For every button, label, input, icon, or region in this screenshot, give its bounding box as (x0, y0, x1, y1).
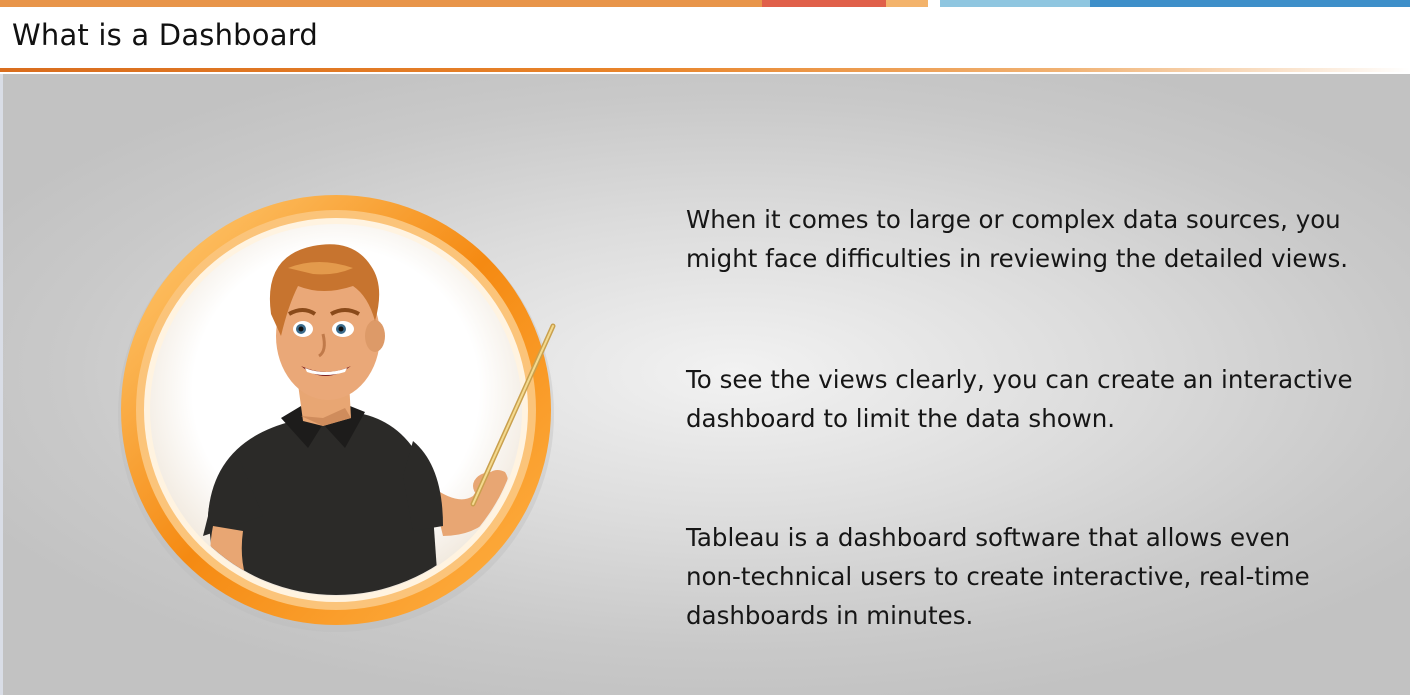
slide-title: What is a Dashboard (12, 18, 318, 52)
paragraph-2-line-2: dashboard to limit the data shown. (686, 404, 1116, 433)
paragraph-3-line-1: Tableau is a dashboard software that all… (686, 523, 1291, 552)
paragraph-1-line-2: might face difficulties in reviewing the… (686, 244, 1349, 273)
paragraph-1-line-1: When it comes to large or complex data s… (686, 205, 1341, 234)
presenter-icon (118, 195, 556, 632)
paragraph-3-line-2: non-technical users to create interactiv… (686, 562, 1310, 591)
stripe-segment-blue (1090, 0, 1410, 7)
paragraph-3: Tableau is a dashboard software that all… (686, 518, 1310, 635)
paragraph-3-line-3: dashboards in minutes. (686, 601, 974, 630)
stripe-segment-red (762, 0, 886, 7)
top-color-stripe (0, 0, 1410, 7)
stripe-segment-light-blue (940, 0, 1090, 7)
header-accent-line (0, 68, 1410, 72)
stripe-segment-orange (0, 0, 762, 7)
paragraph-1: When it comes to large or complex data s… (686, 200, 1348, 278)
paragraph-2: To see the views clearly, you can create… (686, 360, 1353, 438)
slide: What is a Dashboard When it comes to lar… (0, 0, 1410, 695)
stripe-segment-light-orange (886, 0, 928, 7)
paragraph-2-line-1: To see the views clearly, you can create… (686, 365, 1353, 394)
slide-header: What is a Dashboard (0, 7, 1410, 68)
